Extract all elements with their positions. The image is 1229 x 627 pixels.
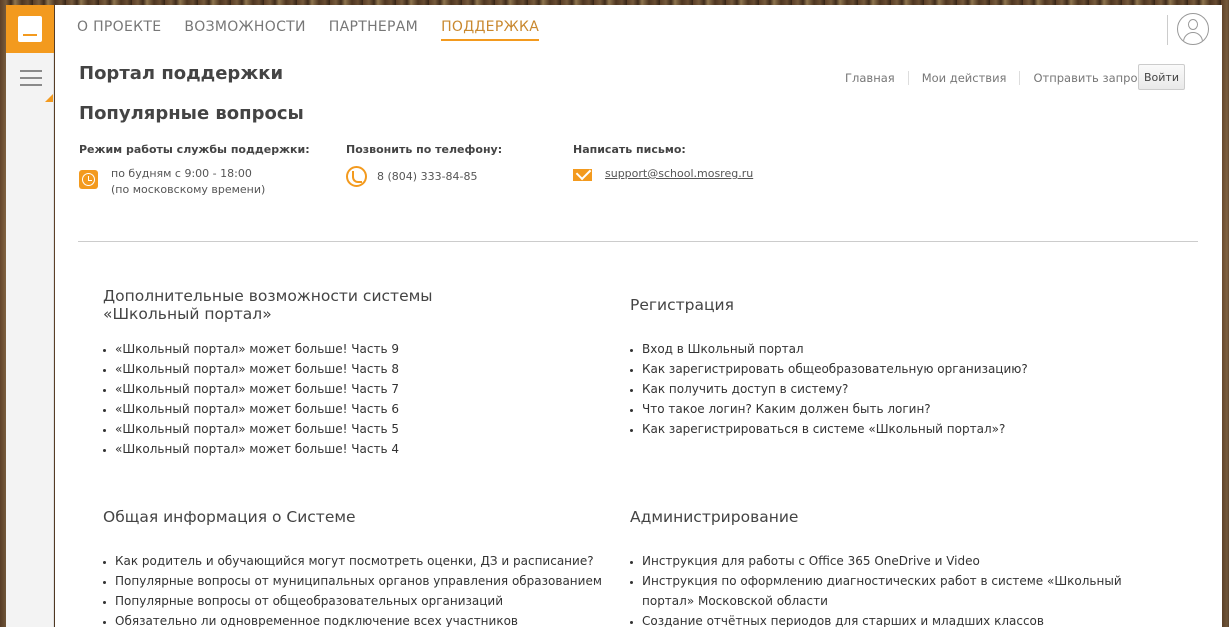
nav-features[interactable]: ВОЗМОЖНОСТИ	[184, 19, 305, 41]
contact-hours: Режим работы службы поддержки: по будням…	[79, 143, 310, 198]
list-item[interactable]: Инструкция по оформлению диагностических…	[642, 571, 1150, 611]
list-item[interactable]: Как зарегистрировать общеобразовательную…	[642, 359, 1150, 379]
subnav-send-request[interactable]: Отправить запрос	[1020, 71, 1156, 85]
app-frame: О ПРОЕКТЕ ВОЗМОЖНОСТИ ПАРТНЕРАМ ПОДДЕРЖК…	[0, 4, 1222, 627]
nav-about[interactable]: О ПРОЕКТЕ	[77, 19, 161, 41]
support-email-link[interactable]: support@school.mosreg.ru	[605, 166, 753, 182]
logo[interactable]	[6, 5, 54, 53]
sub-navigation: Главная Мои действия Отправить запрос	[845, 71, 1157, 85]
subnav-my-actions[interactable]: Мои действия	[909, 71, 1021, 85]
list-item[interactable]: Вход в Школьный портал	[642, 339, 1150, 359]
block-extra-features: Дополнительные возможности системы «Школь…	[103, 287, 623, 459]
contact-hours-line2: (по московскому времени)	[111, 183, 266, 196]
list-item[interactable]: «Школьный портал» может больше! Часть 5	[115, 419, 623, 439]
top-navigation: О ПРОЕКТЕ ВОЗМОЖНОСТИ ПАРТНЕРАМ ПОДДЕРЖК…	[77, 19, 540, 41]
nav-partners[interactable]: ПАРТНЕРАМ	[329, 19, 418, 41]
contact-hours-title: Режим работы службы поддержки:	[79, 143, 310, 156]
contact-phone-value: 8 (804) 333-84-85	[377, 170, 478, 183]
book-logo-icon	[18, 16, 42, 42]
divider	[78, 241, 1198, 242]
list-item[interactable]: Инструкция для работы с Office 365 OneDr…	[642, 551, 1150, 571]
menu-icon[interactable]	[20, 70, 42, 86]
list-item[interactable]: Как получить доступ в систему?	[642, 379, 1150, 399]
phone-icon	[346, 166, 367, 187]
list-item[interactable]: «Школьный портал» может больше! Часть 7	[115, 379, 623, 399]
sidebar	[6, 53, 54, 627]
sidebar-corner-marker	[45, 94, 53, 102]
block-administration: Администрирование Инструкция для работы …	[630, 508, 1150, 627]
list-item[interactable]: Что такое логин? Каким должен быть логин…	[642, 399, 1150, 419]
block-title: Регистрация	[630, 296, 734, 314]
section-title: Популярные вопросы	[79, 103, 304, 124]
contact-phone-title: Позвонить по телефону:	[346, 143, 503, 156]
block-title: Дополнительные возможности системы «Школь…	[103, 287, 433, 323]
block-general-info: Общая информация о Системе Как родитель …	[103, 508, 623, 627]
block-title: Администрирование	[630, 508, 799, 526]
user-separator	[1167, 15, 1168, 45]
page-title: Портал поддержки	[79, 63, 284, 84]
contact-hours-line1: по будням с 9:00 - 18:00	[111, 167, 252, 180]
list-item[interactable]: Как зарегистрироваться в системе «Школьн…	[642, 419, 1150, 439]
list-item[interactable]: Популярные вопросы от общеобразовательны…	[115, 591, 623, 611]
list-item[interactable]: Популярные вопросы от муниципальных орга…	[115, 571, 623, 591]
list-item[interactable]: «Школьный портал» может больше! Часть 4	[115, 439, 623, 459]
login-button[interactable]: Войти	[1138, 64, 1185, 90]
nav-support[interactable]: ПОДДЕРЖКА	[441, 19, 540, 41]
subnav-home[interactable]: Главная	[845, 71, 909, 85]
main-panel: О ПРОЕКТЕ ВОЗМОЖНОСТИ ПАРТНЕРАМ ПОДДЕРЖК…	[55, 5, 1222, 627]
mail-icon	[573, 169, 592, 181]
list-item[interactable]: Обязательно ли одновременное подключение…	[115, 611, 623, 627]
list-item[interactable]: «Школьный портал» может больше! Часть 8	[115, 359, 623, 379]
user-icon[interactable]	[1177, 13, 1209, 45]
contact-phone: Позвонить по телефону: 8 (804) 333-84-85	[346, 143, 502, 187]
list-item[interactable]: «Школьный портал» может больше! Часть 6	[115, 399, 623, 419]
list-item[interactable]: Как родитель и обучающийся могут посмотр…	[115, 551, 623, 571]
clock-icon	[79, 170, 98, 189]
contact-mail-title: Написать письмо:	[573, 143, 686, 156]
contact-mail: Написать письмо: support@school.mosreg.r…	[573, 143, 753, 182]
block-title: Общая информация о Системе	[103, 508, 356, 526]
list-item[interactable]: Создание отчётных периодов для старших и…	[642, 611, 1150, 627]
list-item[interactable]: «Школьный портал» может больше! Часть 9	[115, 339, 623, 359]
block-registration: Регистрация Вход в Школьный портал Как з…	[630, 296, 1150, 439]
